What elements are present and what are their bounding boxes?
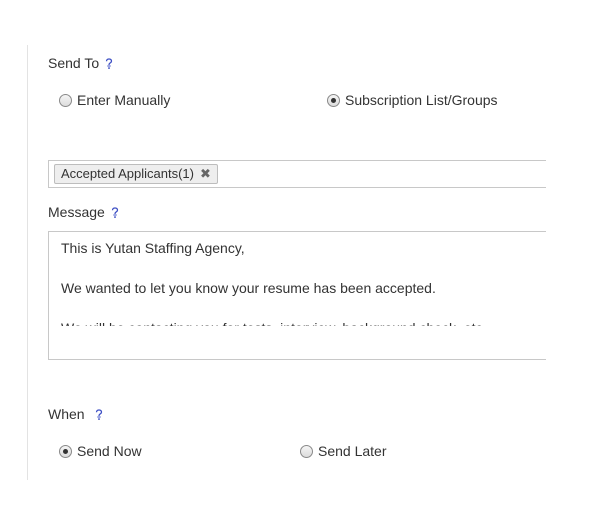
send-to-label: Send To [48,55,113,71]
radio-label: Send Later [318,443,387,459]
message-label-text: Message [48,204,105,220]
radio-button[interactable] [300,444,313,458]
send-form: Send To Enter Manually Subscription List… [0,0,598,524]
recipients-tag-input[interactable]: Accepted Applicants(1) ✖ [48,160,568,188]
radio-label: Subscription List/Groups [345,92,498,108]
radio-subscription-list-groups[interactable]: Subscription List/Groups [327,92,498,108]
radio-label: Send Now [77,443,142,459]
radio-label: Enter Manually [77,92,171,108]
message-line: We will be contacting you for tests, int… [61,320,486,326]
send-to-label-text: Send To [48,55,100,71]
radio-button[interactable] [59,93,72,107]
radio-send-later[interactable]: Send Later [300,443,387,459]
section-divider [27,45,28,480]
message-line: We wanted to let you know your resume ha… [61,280,436,296]
close-icon[interactable]: ✖ [200,165,211,183]
radio-enter-manually[interactable]: Enter Manually [59,92,170,108]
viewport-edge [546,0,598,524]
help-icon[interactable] [111,206,119,218]
message-textarea[interactable]: This is Yutan Staffing Agency, We wanted… [48,231,568,360]
message-label: Message [48,204,119,220]
help-icon[interactable] [105,57,113,69]
message-line: This is Yutan Staffing Agency, [61,240,245,256]
recipient-tag-label: Accepted Applicants(1) [61,166,194,181]
when-label-text: When [48,406,85,422]
recipient-tag: Accepted Applicants(1) ✖ [54,164,218,184]
radio-button-selected[interactable] [327,93,340,107]
when-label: When [48,406,103,422]
radio-send-now[interactable]: Send Now [59,443,142,459]
help-icon[interactable] [95,408,103,420]
radio-button-selected[interactable] [59,444,72,458]
